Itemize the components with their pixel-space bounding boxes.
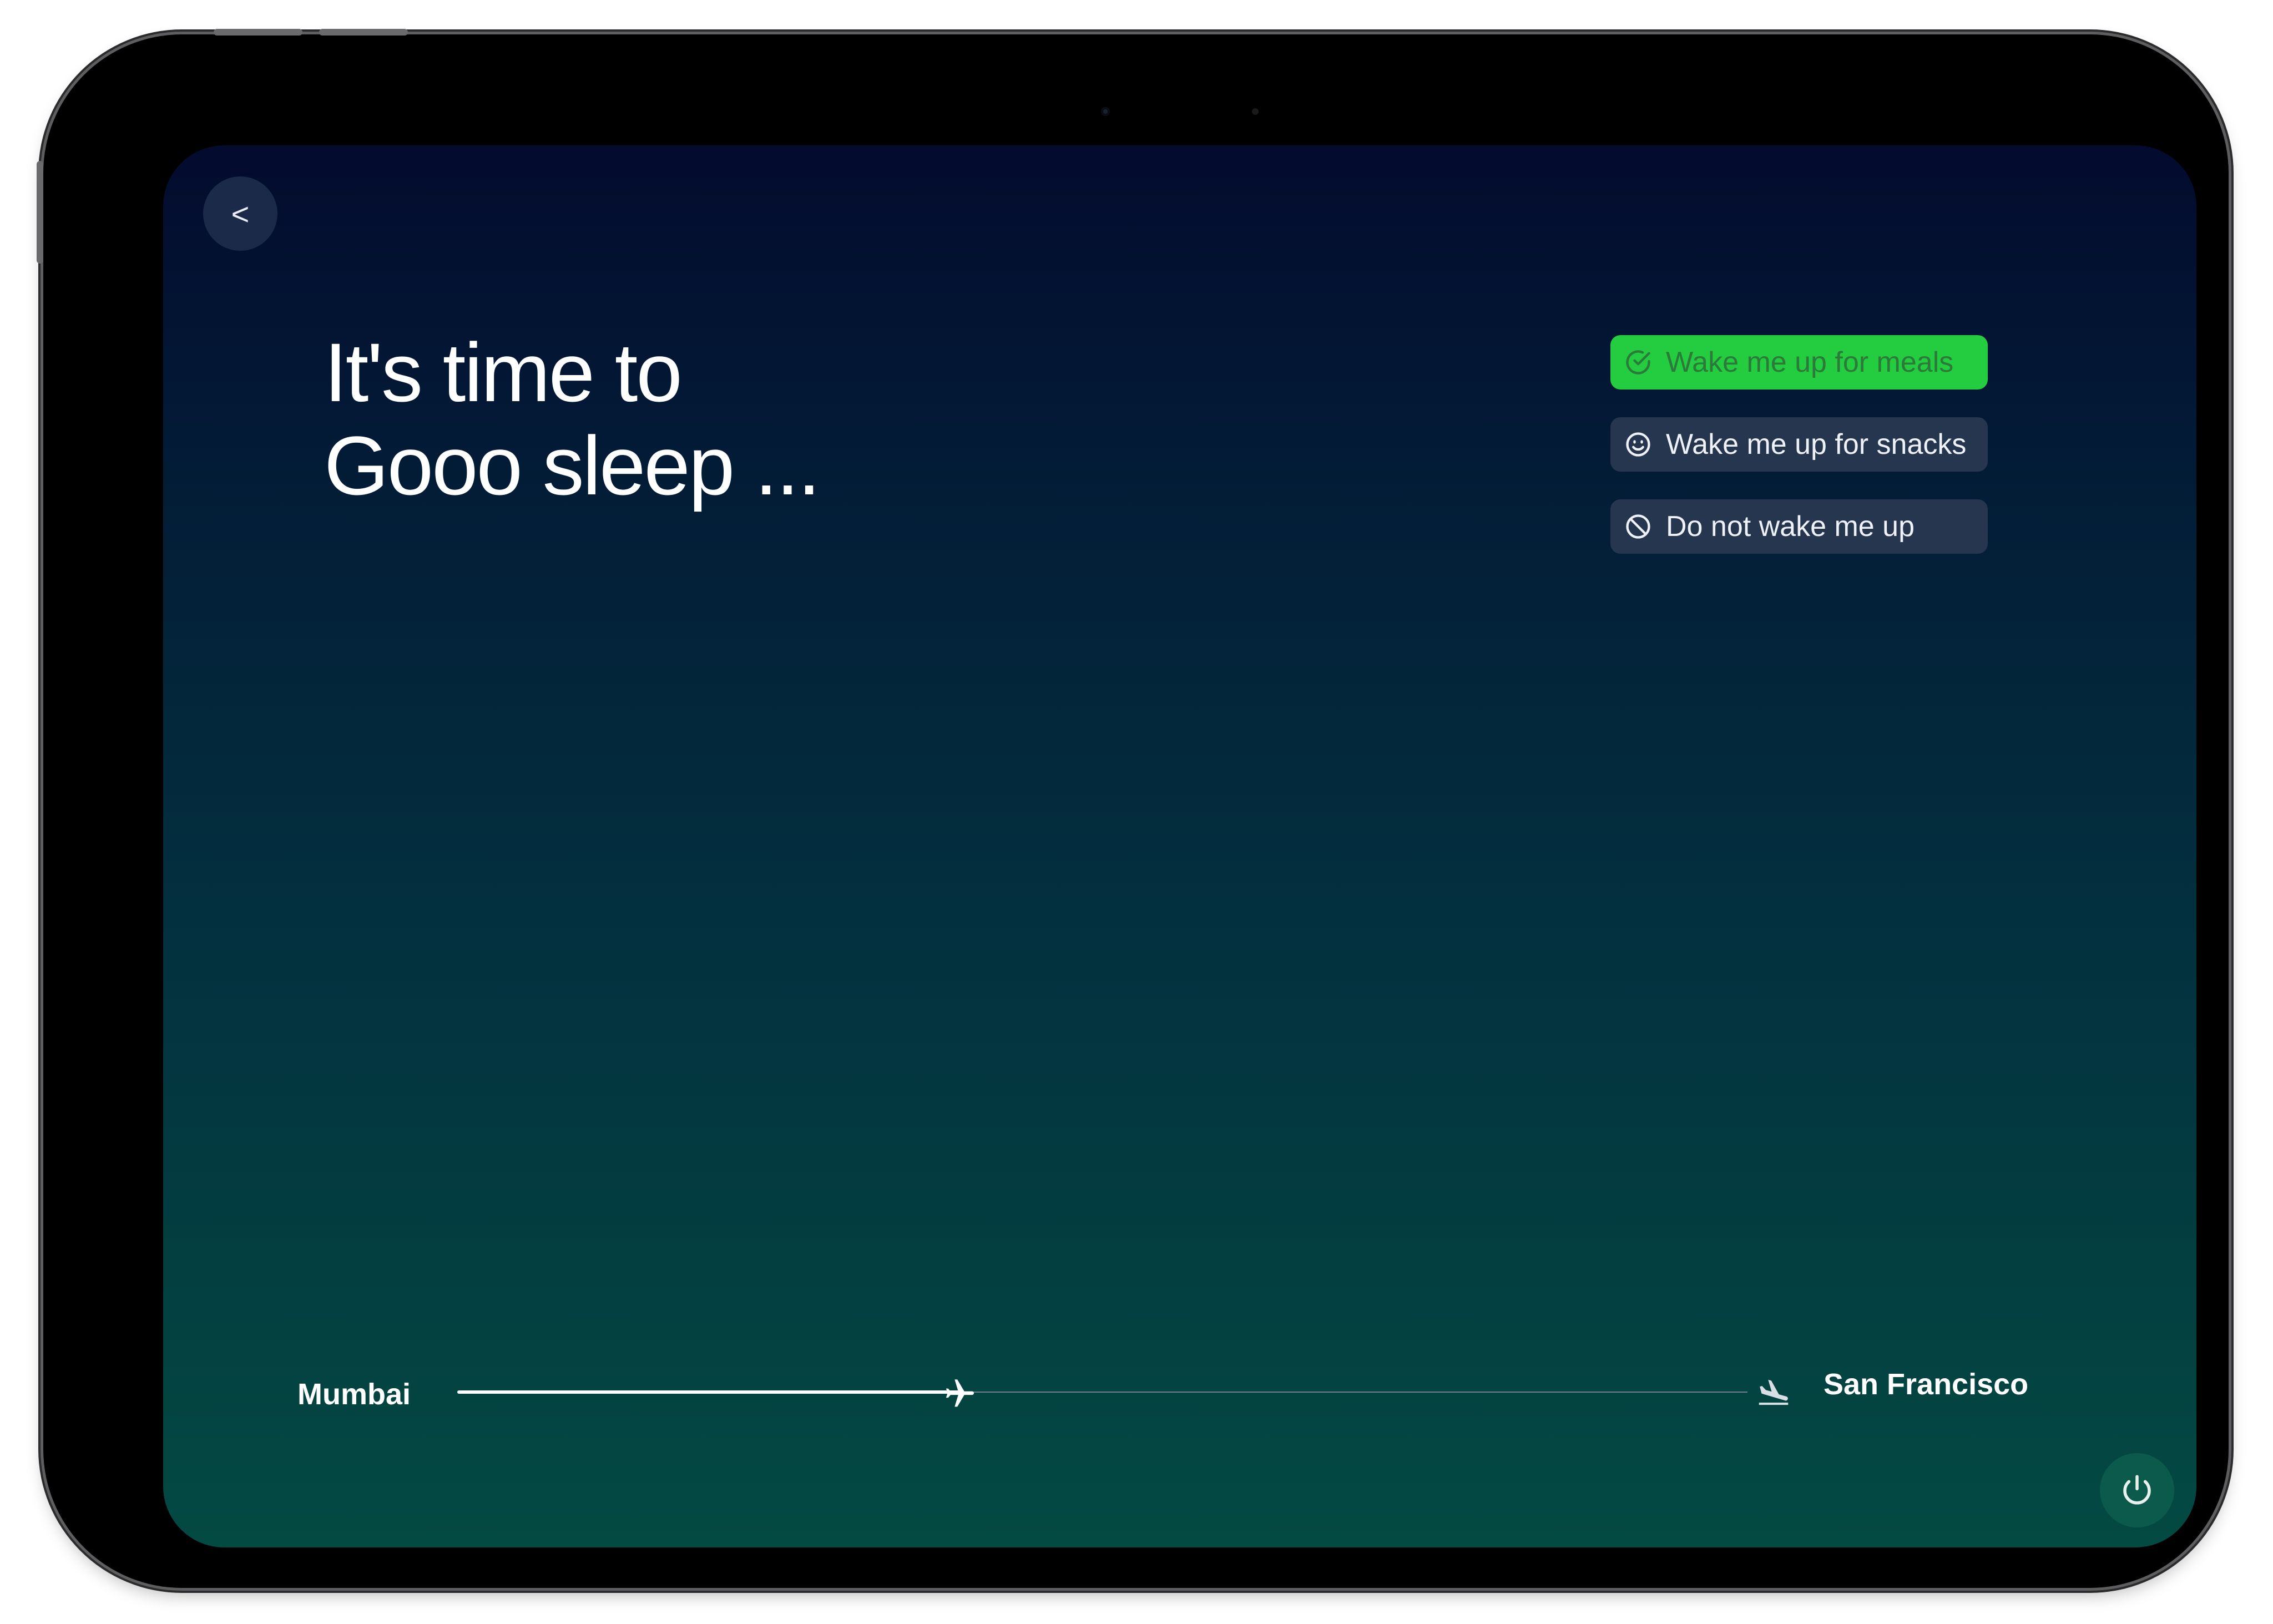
back-button-label: <: [231, 196, 250, 231]
app-screen: < It's time to Gooo sleep ... Wake me up…: [163, 145, 2196, 1547]
flight-route: Mumbai San Francisco: [163, 1366, 2196, 1466]
top-volume-button-1: [214, 29, 302, 36]
origin-city: Mumbai: [297, 1378, 411, 1411]
wake-for-snacks-option[interactable]: Wake me up for snacks: [1610, 417, 1988, 472]
back-button[interactable]: <: [203, 176, 277, 251]
ambient-light-sensor: [1252, 108, 1259, 115]
do-not-wake-label: Do not wake me up: [1666, 510, 1915, 543]
headline-line-1: It's time to: [324, 326, 683, 419]
power-icon: [2123, 1475, 2151, 1505]
do-not-wake-option[interactable]: Do not wake me up: [1610, 499, 1988, 554]
wake-for-snacks-label: Wake me up for snacks: [1666, 428, 1967, 461]
headline-line-2: Gooo sleep ...: [324, 419, 821, 512]
tablet-device-frame: < It's time to Gooo sleep ... Wake me up…: [43, 34, 2229, 1588]
airplane-landing-icon: [1759, 1379, 1789, 1405]
side-button: [37, 161, 43, 264]
wake-for-meals-label: Wake me up for meals: [1666, 346, 1954, 378]
wake-preference-options: Wake me up for meals Wake me up for snac…: [1610, 335, 1988, 581]
wake-for-meals-option[interactable]: Wake me up for meals: [1610, 335, 1988, 389]
page-headline: It's time to Gooo sleep ...: [324, 326, 821, 512]
flight-progress-track: [457, 1390, 1747, 1394]
top-volume-button-2: [319, 29, 408, 36]
destination-city: San Francisco: [1824, 1368, 2029, 1401]
airplane-icon: [946, 1379, 974, 1407]
check-circle-icon: [1624, 348, 1653, 377]
smiley-icon: [1624, 430, 1653, 459]
prohibited-icon: [1624, 512, 1653, 541]
flight-progress-fill: [457, 1390, 961, 1394]
power-button[interactable]: [2100, 1453, 2174, 1527]
front-camera: [1101, 107, 1110, 116]
